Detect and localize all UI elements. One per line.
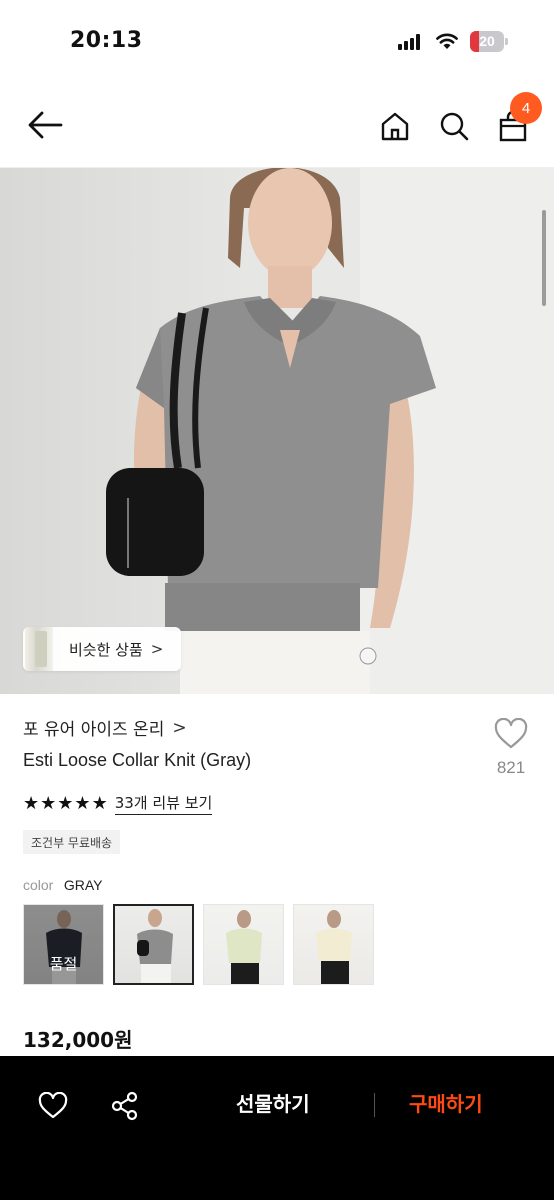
battery-level: 20 bbox=[479, 33, 495, 49]
home-icon bbox=[381, 112, 409, 141]
swatch-navy[interactable]: 품절 bbox=[23, 904, 104, 985]
product-image[interactable]: 비슷한 상품 > bbox=[0, 168, 554, 694]
wishlist-button[interactable] bbox=[33, 1086, 73, 1126]
product-name: Esti Loose Collar Knit (Gray) bbox=[23, 750, 252, 770]
status-bar: 20:13 20 bbox=[0, 0, 554, 80]
search-icon bbox=[440, 112, 469, 141]
sold-out-label: 품절 bbox=[49, 955, 78, 973]
color-row: color GRAY bbox=[23, 877, 102, 894]
chevron-right-icon: > bbox=[172, 717, 187, 738]
bottom-action-bar: 선물하기 구매하기 bbox=[0, 1056, 554, 1200]
top-navigation: 4 bbox=[0, 80, 554, 168]
back-arrow-icon bbox=[28, 111, 63, 139]
like-count: 821 bbox=[496, 758, 526, 777]
swatch-gray[interactable] bbox=[113, 904, 194, 985]
swatch-photo bbox=[316, 910, 352, 984]
sold-out-overlay: 품절 bbox=[24, 905, 103, 984]
similar-products-button[interactable]: 비슷한 상품 > bbox=[23, 627, 181, 671]
status-time: 20:13 bbox=[70, 28, 143, 53]
share-icon bbox=[111, 1091, 138, 1121]
like-button[interactable]: 821 bbox=[488, 717, 534, 778]
star-rating: ★ ★ ★ ★ ★ bbox=[23, 792, 109, 814]
color-label: color bbox=[23, 877, 54, 893]
swatch-photo bbox=[226, 910, 262, 984]
gift-button[interactable]: 선물하기 bbox=[236, 1088, 310, 1117]
shipping-tag: 조건부 무료배송 bbox=[23, 830, 121, 854]
search-button[interactable] bbox=[434, 106, 474, 146]
star-icon: ★ bbox=[74, 792, 91, 814]
star-icon: ★ bbox=[91, 792, 108, 814]
share-button[interactable] bbox=[105, 1086, 145, 1126]
similar-product-thumbnail bbox=[25, 627, 53, 671]
swatch-light-green[interactable] bbox=[203, 904, 284, 985]
star-icon: ★ bbox=[40, 792, 57, 814]
cellular-signal-icon bbox=[398, 34, 424, 50]
star-icon: ★ bbox=[23, 792, 40, 814]
product-photo bbox=[106, 168, 554, 694]
product-price: 132,000원 bbox=[23, 1028, 133, 1052]
divider bbox=[374, 1093, 375, 1117]
similar-products-label: 비슷한 상품 bbox=[69, 640, 143, 659]
brand-name: 포 유어 아이즈 온리 bbox=[23, 720, 165, 740]
heart-icon bbox=[494, 717, 528, 749]
star-icon: ★ bbox=[57, 792, 74, 814]
battery-icon: 20 bbox=[470, 31, 508, 52]
chevron-right-icon: > bbox=[150, 640, 164, 658]
wifi-icon bbox=[435, 32, 459, 50]
back-button[interactable] bbox=[25, 105, 65, 145]
buy-button[interactable]: 구매하기 bbox=[409, 1088, 483, 1117]
swatch-photo bbox=[137, 909, 173, 983]
heart-icon bbox=[38, 1092, 68, 1119]
cart-count-badge: 4 bbox=[510, 92, 542, 124]
swatch-cream[interactable] bbox=[293, 904, 374, 985]
color-value: GRAY bbox=[63, 877, 103, 893]
home-button[interactable] bbox=[375, 106, 415, 146]
color-swatches: 품절 bbox=[23, 904, 383, 985]
scroll-indicator[interactable] bbox=[542, 210, 546, 306]
brand-link[interactable]: 포 유어 아이즈 온리 > bbox=[23, 715, 187, 741]
rating-row: ★ ★ ★ ★ ★ 33개 리뷰 보기 bbox=[23, 792, 213, 815]
review-link[interactable]: 33개 리뷰 보기 bbox=[114, 792, 213, 815]
